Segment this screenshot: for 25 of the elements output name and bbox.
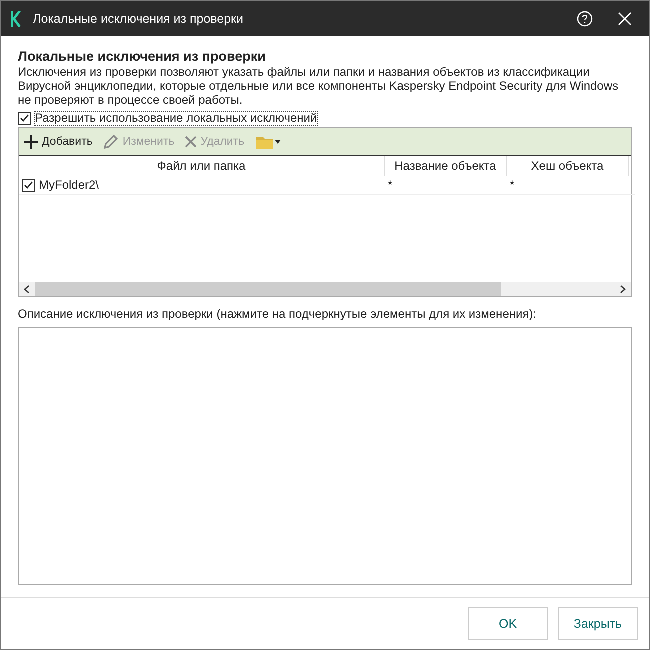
column-header[interactable]: Файл или папка: [19, 156, 385, 176]
scroll-right-icon[interactable]: [620, 284, 626, 294]
add-button[interactable]: Добавить: [24, 134, 93, 148]
help-icon[interactable]: [577, 10, 593, 26]
scroll-left-icon[interactable]: [24, 284, 30, 294]
checkbox[interactable]: [18, 112, 31, 125]
plus-icon: [24, 134, 38, 148]
details-field[interactable]: [18, 327, 632, 585]
table-cell: MyFolder2\: [19, 176, 385, 195]
description-text: Исключения из проверки позволяют указать файлы или папки и названия объектов из классификации Вирусной энциклопедии, которые отдельные или все компоненты Kaspersky Endpoint Security для Windows не проверяют в процессе своей работы.: [18, 65, 620, 107]
dialog-button[interactable]: OK: [468, 607, 548, 640]
checkbox[interactable]: [22, 178, 35, 192]
column-header[interactable]: Название объекта: [385, 156, 507, 176]
table-cell: *: [385, 176, 507, 195]
dialog-button[interactable]: Закрыть: [558, 607, 638, 640]
scrollbar[interactable]: [19, 282, 631, 296]
section-heading: Локальные исключения из проверки: [18, 49, 267, 64]
logo-icon: [11, 10, 21, 26]
pencil-icon: [102, 134, 119, 150]
column-header[interactable]: Хеш объекта: [507, 156, 629, 176]
close-icon: [184, 136, 197, 148]
checkbox-label[interactable]: Разрешить использование локальных исключений: [35, 112, 318, 125]
table-cell: *: [507, 176, 629, 195]
window-title: Локальные исключения из проверки: [33, 12, 245, 26]
details-label: Описание исключения из проверки (нажмите на подчеркнутые элементы для их изменения):: [18, 307, 538, 321]
